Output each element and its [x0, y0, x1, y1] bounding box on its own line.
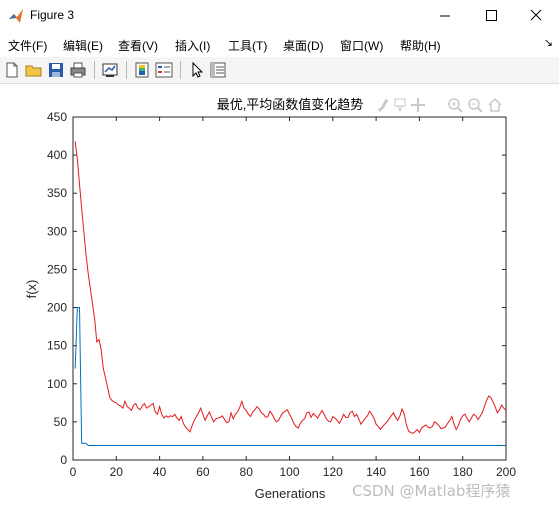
y-tick-label: 250: [47, 262, 67, 276]
pan-icon[interactable]: [410, 97, 426, 113]
y-tick-label: 0: [60, 453, 67, 467]
zoom-out-icon[interactable]: [467, 97, 483, 113]
y-tick-label: 400: [47, 148, 67, 162]
y-axis-label: f(x): [24, 280, 39, 299]
figure-canvas: 0 20 40 60 80 100 120 140 160 180 200 0 50 100 150 200 2…: [24, 97, 516, 501]
data-tips-icon[interactable]: [392, 97, 408, 113]
zoom-in-icon[interactable]: [447, 97, 463, 113]
y-tick-label: 300: [47, 224, 67, 238]
watermark-text: CSDN @Matlab程序猿: [352, 482, 511, 500]
chart-title: 最优,平均函数值变化趋势: [217, 97, 364, 112]
x-axis-label: Generations: [255, 486, 326, 501]
x-tick-label: 20: [110, 465, 124, 479]
x-tick-label: 100: [279, 465, 299, 479]
y-tick-label: 100: [47, 377, 67, 391]
x-tick-label: 60: [196, 465, 210, 479]
home-icon[interactable]: [487, 97, 503, 113]
x-tick-label: 140: [366, 465, 386, 479]
x-tick-label: 160: [409, 465, 429, 479]
x-tick-label: 200: [496, 465, 516, 479]
y-tick-label: 450: [47, 110, 67, 124]
x-tick-label: 0: [70, 465, 77, 479]
x-tick-label: 40: [153, 465, 167, 479]
x-tick-label: 120: [323, 465, 343, 479]
x-tick-label: 180: [453, 465, 473, 479]
y-tick-label: 50: [54, 415, 68, 429]
y-tick-label: 350: [47, 186, 67, 200]
brush-icon[interactable]: [375, 97, 391, 113]
x-tick-label: 80: [240, 465, 254, 479]
y-tick-label: 200: [47, 301, 67, 315]
y-tick-label: 150: [47, 339, 67, 353]
